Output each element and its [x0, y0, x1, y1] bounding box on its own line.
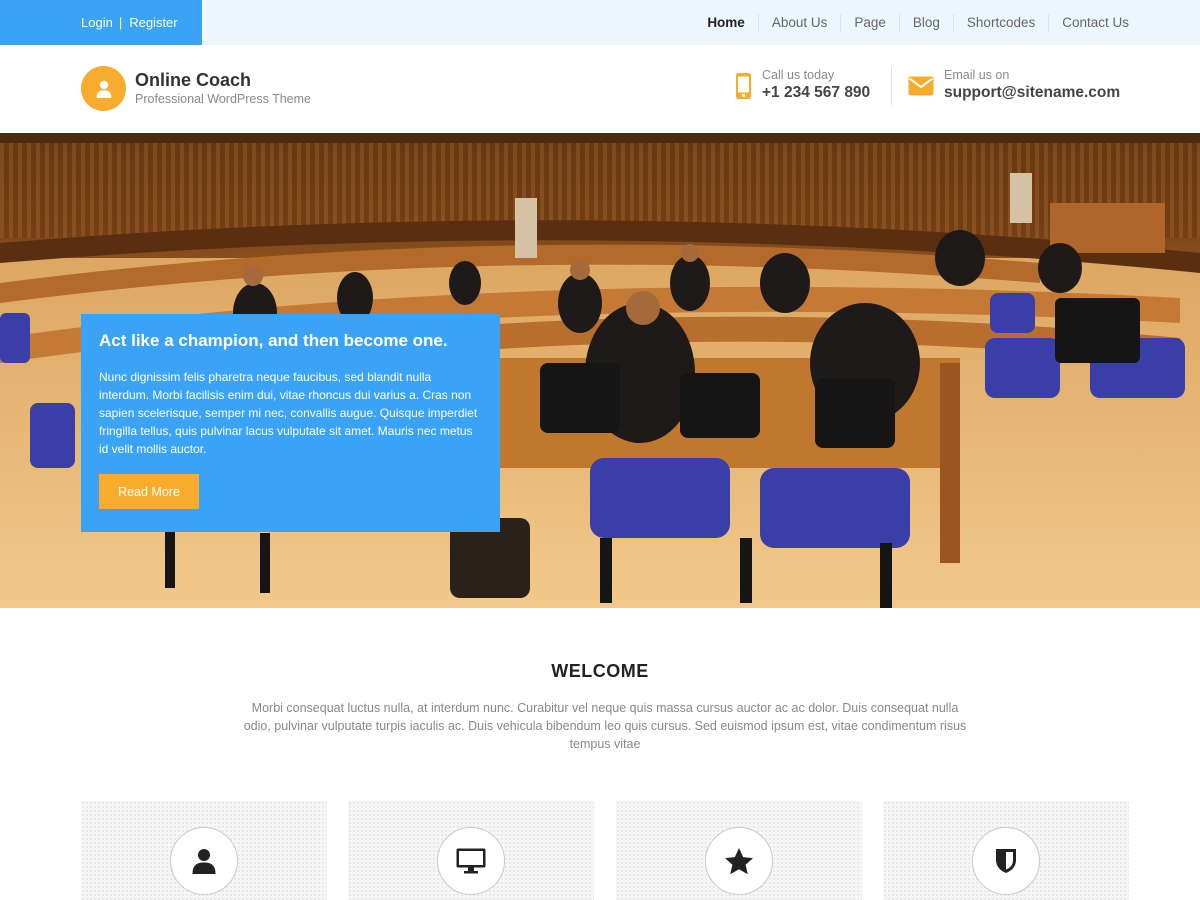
- nav-contact-us[interactable]: Contact Us: [1048, 13, 1142, 32]
- nav-page[interactable]: Page: [840, 13, 899, 32]
- nav-about-us[interactable]: About Us: [757, 13, 841, 32]
- site-title[interactable]: Online Coach: [135, 70, 251, 91]
- call-label: Call us today: [762, 68, 835, 82]
- nav-shortcodes[interactable]: Shortcodes: [952, 13, 1048, 32]
- main-nav: Home About Us Page Blog Shortcodes Conta…: [694, 0, 1142, 45]
- hero-text: Nunc dignissim felis pharetra neque fauc…: [99, 370, 478, 456]
- feature-icon-circle: [170, 827, 238, 895]
- hero-callout: Act like a champion, and then become one…: [81, 314, 500, 532]
- user-icon: [192, 849, 216, 874]
- hero-title: Act like a champion, and then become one…: [99, 331, 448, 350]
- auth-separator: |: [118, 15, 123, 30]
- envelope-icon: [908, 76, 934, 96]
- shield-icon: [996, 849, 1016, 873]
- feature-icon-circle: [437, 827, 505, 895]
- feature-card-3[interactable]: [616, 801, 862, 900]
- read-more-button[interactable]: Read More: [99, 474, 199, 509]
- top-bar: Login | Register Home About Us Page Blog…: [0, 0, 1200, 45]
- register-link[interactable]: Register: [129, 15, 177, 30]
- nav-home[interactable]: Home: [694, 14, 758, 32]
- feature-card-2[interactable]: [348, 801, 594, 900]
- feature-icon-circle: [705, 827, 773, 895]
- contact-email: Email us on support@sitename.com: [908, 68, 1120, 108]
- mail-address[interactable]: support@sitename.com: [944, 82, 1120, 104]
- nav-blog[interactable]: Blog: [898, 13, 953, 32]
- contact-divider: [891, 67, 892, 105]
- star-icon: [725, 848, 753, 875]
- welcome-title: WELCOME: [551, 661, 649, 681]
- call-number[interactable]: +1 234 567 890: [762, 82, 870, 104]
- site-tagline: Professional WordPress Theme: [135, 92, 312, 106]
- user-icon: [96, 80, 111, 98]
- login-link[interactable]: Login: [81, 15, 113, 30]
- welcome-text: Morbi consequat luctus nulla, at interdu…: [243, 701, 967, 751]
- site-logo[interactable]: [81, 66, 126, 111]
- feature-icon-circle: [972, 827, 1040, 895]
- contact-call: Call us today +1 234 567 890: [735, 68, 870, 108]
- phone-icon: [736, 73, 751, 99]
- monitor-icon: [456, 848, 486, 874]
- feature-card-1[interactable]: [81, 801, 327, 900]
- auth-links: Login | Register: [0, 0, 202, 45]
- site-header: Online Coach Professional WordPress Them…: [0, 45, 1200, 133]
- hero-banner: Act like a champion, and then become one…: [0, 133, 1200, 608]
- feature-card-4[interactable]: [883, 801, 1129, 900]
- mail-label: Email us on: [944, 68, 1010, 82]
